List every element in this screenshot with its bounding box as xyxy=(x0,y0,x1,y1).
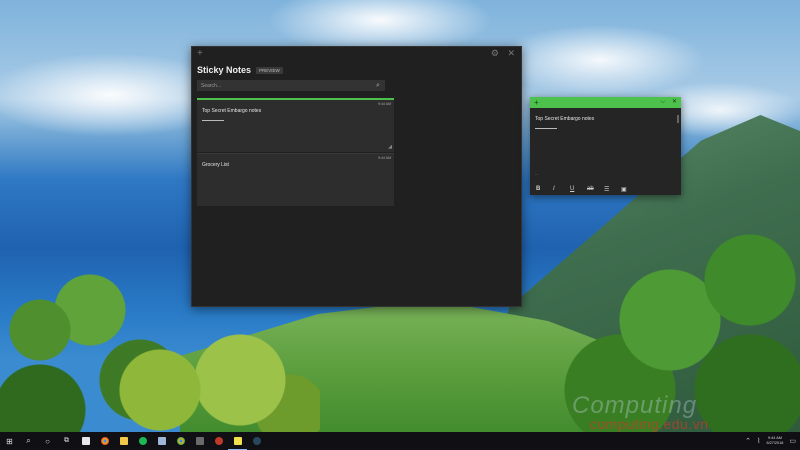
formatting-toolbar: B I U ab ☰ ▣ xyxy=(530,183,681,195)
wallpaper-foliage-right xyxy=(560,230,800,440)
floating-note-text[interactable]: Top Secret Embargo notes xyxy=(535,116,594,122)
note-date: 9:44 AM xyxy=(378,102,391,106)
taskbar-app-store[interactable] xyxy=(76,432,95,450)
app-title: Sticky Notes xyxy=(197,65,252,75)
chrome-icon xyxy=(176,437,185,445)
camera-icon xyxy=(195,437,204,445)
new-note-icon[interactable]: + xyxy=(197,48,203,59)
taskbar: ⊞ ⌕ ○ ⧉ ⌃ ⌇ 9:44 AM 6/27/2018 ▭ xyxy=(0,432,800,450)
taskbar-app-sticky-notes[interactable] xyxy=(228,432,247,450)
windows-logo-icon: ⊞ xyxy=(6,436,13,446)
italic-button[interactable]: I xyxy=(553,186,570,192)
mail-icon xyxy=(157,437,166,445)
clock-date: 6/27/2018 xyxy=(766,441,784,445)
taskbar-app-chrome-2[interactable] xyxy=(171,432,190,450)
window-titlebar[interactable]: + ⚙ ✕ xyxy=(192,47,521,61)
clock[interactable]: 9:44 AM 6/27/2018 xyxy=(766,436,783,446)
menu-dots-icon[interactable]: ⌵ xyxy=(660,97,665,108)
taskbar-app-camera[interactable] xyxy=(190,432,209,450)
sticky-notes-icon xyxy=(233,436,242,445)
floating-note[interactable]: + ⌵ ✕ Top Secret Embargo notes ... B I U… xyxy=(530,97,681,195)
taskbar-app-steam[interactable] xyxy=(247,432,266,450)
taskbar-app-mail[interactable] xyxy=(152,432,171,450)
resize-grip-icon: ◢ xyxy=(388,144,392,150)
floating-note-ellipsis: ... xyxy=(535,171,539,176)
folder-icon xyxy=(119,437,128,445)
image-button[interactable]: ▣ xyxy=(621,186,638,193)
search-input[interactable] xyxy=(197,80,385,91)
start-button[interactable]: ⊞ xyxy=(0,432,19,450)
store-icon xyxy=(81,437,90,445)
note-card[interactable]: 9:44 AM Grocery List xyxy=(197,153,394,206)
steam-icon xyxy=(252,437,261,445)
note-text: Grocery List xyxy=(202,162,229,168)
new-note-icon[interactable]: + xyxy=(534,97,539,108)
media-player-icon xyxy=(214,437,223,445)
search-button[interactable]: ⌕ xyxy=(19,432,38,450)
taskbar-app-chrome[interactable] xyxy=(95,432,114,450)
bullet-list-button[interactable]: ☰ xyxy=(604,186,621,193)
chrome-icon xyxy=(100,437,109,445)
preview-badge: PREVIEW xyxy=(256,66,283,74)
strikethrough-button[interactable]: ab xyxy=(587,186,604,192)
floating-note-scribble xyxy=(535,128,557,129)
sticky-notes-window: + ⚙ ✕ Sticky Notes PREVIEW ⌕ 9:44 AM Top… xyxy=(191,46,522,307)
task-view-button[interactable]: ○ xyxy=(38,432,57,450)
floating-note-titlebar[interactable]: + ⌵ ✕ xyxy=(530,97,681,108)
note-scribble xyxy=(202,120,224,121)
close-icon[interactable]: ✕ xyxy=(672,97,677,108)
bold-button[interactable]: B xyxy=(536,186,553,192)
underline-button[interactable]: U xyxy=(570,186,587,192)
taskbar-app-spotify[interactable] xyxy=(133,432,152,450)
search-icon[interactable]: ⌕ xyxy=(376,80,380,91)
network-icon[interactable]: ⌇ xyxy=(757,437,760,445)
note-card[interactable]: 9:44 AM Top Secret Embargo notes ◢ xyxy=(197,98,394,152)
task-view-icon: ○ xyxy=(45,436,50,446)
close-icon[interactable]: ✕ xyxy=(507,48,515,59)
app-header: Sticky Notes PREVIEW xyxy=(197,65,283,75)
scrollbar[interactable] xyxy=(677,115,679,123)
taskbar-app-explorer[interactable] xyxy=(114,432,133,450)
windows-multitask-icon: ⧉ xyxy=(64,437,69,444)
spotify-icon xyxy=(138,437,147,445)
taskbar-app-media[interactable] xyxy=(209,432,228,450)
note-text: Top Secret Embargo notes xyxy=(202,108,262,114)
wallpaper-foliage-bottom xyxy=(100,330,320,440)
system-tray: ⌃ ⌇ 9:44 AM 6/27/2018 ▭ xyxy=(745,432,796,450)
settings-gear-icon[interactable]: ⚙ xyxy=(491,48,499,59)
notifications-icon[interactable]: ▭ xyxy=(789,437,796,445)
chevron-up-icon[interactable]: ⌃ xyxy=(745,437,751,445)
search-icon: ⌕ xyxy=(26,436,31,445)
taskbar-app-taskview[interactable]: ⧉ xyxy=(57,432,76,450)
note-date: 9:44 AM xyxy=(378,156,391,160)
